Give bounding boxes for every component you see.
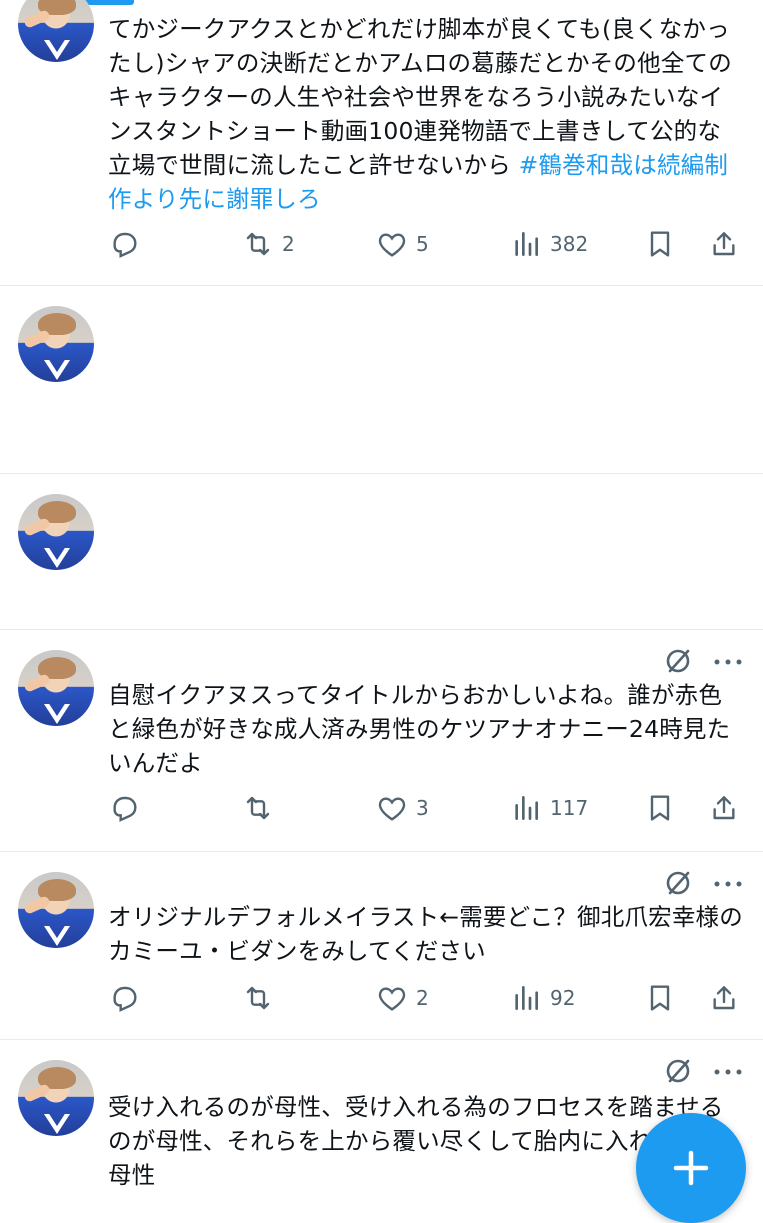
grok-icon[interactable] xyxy=(663,868,693,898)
avatar[interactable] xyxy=(18,494,94,570)
retweet-icon xyxy=(246,232,270,256)
avatar[interactable] xyxy=(18,872,94,948)
post[interactable]: オリジナルデフォルメイラスト←需要どこ？御北爪宏幸様のカミーユ・ビダンをみしてく… xyxy=(0,852,763,1040)
post-actions: 2 92 xyxy=(108,980,748,1016)
views-count: 92 xyxy=(550,986,576,1010)
bookmark-button[interactable] xyxy=(644,790,676,826)
views-count: 382 xyxy=(550,232,589,256)
reply-icon xyxy=(113,986,137,1012)
post[interactable] xyxy=(0,286,763,474)
bookmark-icon xyxy=(650,795,670,821)
reply-icon xyxy=(113,232,137,258)
avatar-hand xyxy=(23,9,51,29)
retweet-button[interactable] xyxy=(242,980,282,1016)
retweet-button[interactable]: 2 xyxy=(242,226,295,262)
views-icon xyxy=(515,796,538,820)
like-count: 5 xyxy=(416,232,429,256)
post[interactable]: てかジークアクスとかどれだけ脚本が良くても(良くなかったし)シャアの決断だとかア… xyxy=(0,0,763,286)
avatar-collar xyxy=(44,1114,70,1134)
bookmark-icon xyxy=(650,231,670,257)
plus-icon xyxy=(673,1150,709,1186)
like-count: 3 xyxy=(416,796,429,820)
post-text: オリジナルデフォルメイラスト←需要どこ？御北爪宏幸様のカミーユ・ビダンをみしてく… xyxy=(108,903,743,965)
more-icon[interactable] xyxy=(713,658,743,666)
avatar[interactable] xyxy=(18,306,94,382)
share-button[interactable] xyxy=(708,226,740,262)
like-count: 2 xyxy=(416,986,429,1010)
avatar-hand xyxy=(23,517,51,537)
like-button[interactable]: 3 xyxy=(376,790,429,826)
retweet-count: 2 xyxy=(282,232,295,256)
avatar-collar xyxy=(44,360,70,380)
reply-button[interactable] xyxy=(108,980,140,1016)
avatar-collar xyxy=(44,926,70,946)
share-icon xyxy=(713,986,735,1010)
avatar[interactable] xyxy=(18,0,94,62)
post-top-icons xyxy=(663,868,743,898)
retweet-icon xyxy=(246,796,270,820)
views-icon xyxy=(515,232,538,256)
share-button[interactable] xyxy=(708,980,740,1016)
post-actions: 3 117 xyxy=(108,790,748,826)
views-button[interactable]: 382 xyxy=(510,226,588,262)
post-text: てかジークアクスとかどれだけ脚本が良くても(良くなかったし)シャアの決断だとかア… xyxy=(108,12,744,216)
heart-icon xyxy=(378,987,406,1011)
post[interactable] xyxy=(0,474,763,630)
reply-button[interactable] xyxy=(108,226,140,262)
compose-button[interactable] xyxy=(636,1113,746,1223)
bookmark-button[interactable] xyxy=(644,226,676,262)
retweet-button[interactable] xyxy=(242,790,282,826)
avatar[interactable] xyxy=(18,650,94,726)
views-button[interactable]: 92 xyxy=(510,980,575,1016)
post-top-icons xyxy=(663,1056,743,1086)
like-button[interactable]: 2 xyxy=(376,980,429,1016)
bookmark-button[interactable] xyxy=(644,980,676,1016)
avatar-collar xyxy=(44,548,70,568)
grok-icon[interactable] xyxy=(663,1056,693,1086)
more-icon[interactable] xyxy=(713,1068,743,1076)
share-icon xyxy=(713,796,735,820)
heart-icon xyxy=(378,797,406,821)
share-button[interactable] xyxy=(708,790,740,826)
more-icon[interactable] xyxy=(713,880,743,888)
avatar-hand xyxy=(23,895,51,915)
avatar-collar xyxy=(44,704,70,724)
post-actions: 2 5 382 xyxy=(108,226,748,262)
post[interactable]: 自慰イクアヌスってタイトルからおかしいよね。誰が赤色と緑色が好きな成人済み男性の… xyxy=(0,630,763,852)
grok-icon[interactable] xyxy=(663,646,693,676)
reply-icon xyxy=(113,796,137,822)
heart-icon xyxy=(378,233,406,257)
views-button[interactable]: 117 xyxy=(510,790,588,826)
views-icon xyxy=(515,986,538,1010)
avatar-collar xyxy=(44,40,70,60)
avatar[interactable] xyxy=(18,1060,94,1136)
post-top-icons xyxy=(663,646,743,676)
views-count: 117 xyxy=(550,796,589,820)
avatar-hand xyxy=(23,329,51,349)
retweet-icon xyxy=(246,986,270,1010)
avatar-hand xyxy=(23,673,51,693)
bookmark-icon xyxy=(650,985,670,1011)
post-text: 自慰イクアヌスってタイトルからおかしいよね。誰が赤色と緑色が好きな成人済み男性の… xyxy=(108,681,731,777)
avatar-hand xyxy=(23,1083,51,1103)
reply-button[interactable] xyxy=(108,790,140,826)
share-icon xyxy=(713,232,735,256)
like-button[interactable]: 5 xyxy=(376,226,429,262)
